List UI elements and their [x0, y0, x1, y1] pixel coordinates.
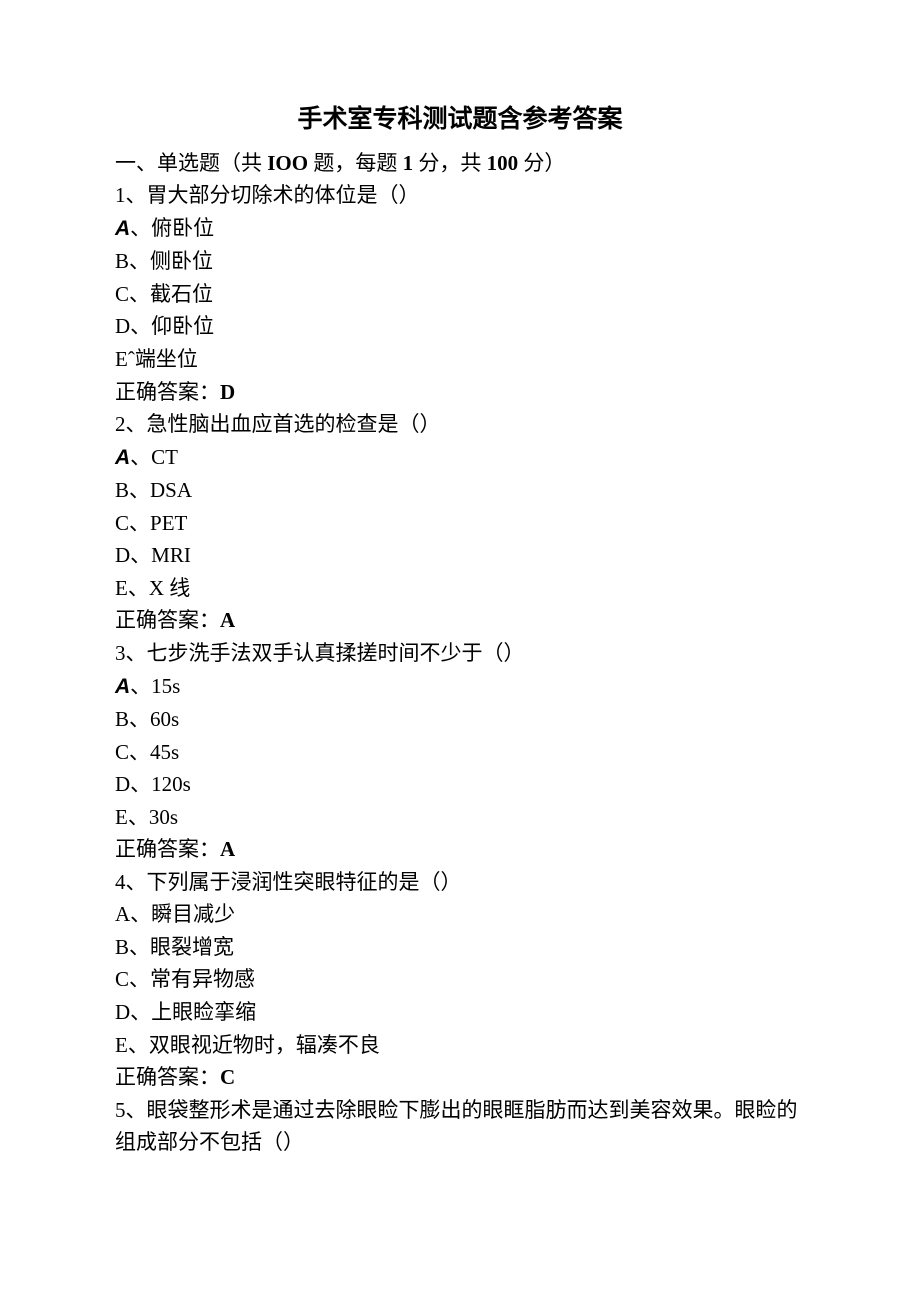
- question-option: C、45s: [115, 736, 805, 769]
- answer-line: 正确答案：A: [115, 604, 805, 637]
- question-option: A、俯卧位: [115, 212, 805, 246]
- option-latin: 60s: [150, 707, 179, 731]
- option-text: Eˆ端坐位: [115, 347, 198, 371]
- page-title: 手术室专科测试题含参考答案: [115, 100, 805, 139]
- question-option: A、15s: [115, 670, 805, 704]
- option-text: D、仰卧位: [115, 314, 214, 338]
- answer-label: 正确答案：: [115, 837, 220, 861]
- questions-container: 1、胃大部分切除术的体位是（）A、俯卧位B、侧卧位C、截石位D、仰卧位Eˆ端坐位…: [115, 179, 805, 1158]
- option-text: D、: [115, 543, 151, 567]
- option-latin: 15s: [151, 674, 180, 698]
- question-option: C、截石位: [115, 278, 805, 311]
- question-option: E、30s: [115, 801, 805, 834]
- option-latin: 120s: [151, 772, 191, 796]
- section-prefix: 一、单选题（共: [115, 151, 267, 175]
- option-letter: A: [115, 675, 130, 698]
- question-stem: 5、眼袋整形术是通过去除眼睑下膨出的眼眶脂肪而达到美容效果。眼睑的组成部分不包括…: [115, 1094, 805, 1159]
- question-option: B、60s: [115, 703, 805, 736]
- question-option: C、PET: [115, 507, 805, 540]
- option-latin: DSA: [150, 478, 192, 502]
- question-option: E、双眼视近物时，辐凑不良: [115, 1029, 805, 1062]
- option-text: D、: [115, 772, 151, 796]
- option-text: E、X 线: [115, 576, 190, 600]
- answer-line: 正确答案：C: [115, 1061, 805, 1094]
- option-text: C、常有异物感: [115, 967, 255, 991]
- question-stem: 1、胃大部分切除术的体位是（）: [115, 179, 805, 212]
- option-text: B、眼裂增宽: [115, 935, 234, 959]
- question-option: D、仰卧位: [115, 310, 805, 343]
- option-text: A、瞬目减少: [115, 902, 235, 926]
- option-latin: CT: [151, 445, 178, 469]
- question-option: C、常有异物感: [115, 963, 805, 996]
- section-suffix: 分）: [518, 151, 565, 175]
- document-page: 手术室专科测试题含参考答案 一、单选题（共 IOO 题，每题 1 分，共 100…: [0, 0, 920, 1219]
- question-option: B、眼裂增宽: [115, 931, 805, 964]
- question-stem: 3、七步洗手法双手认真揉搓时间不少于（）: [115, 637, 805, 670]
- section-header: 一、单选题（共 IOO 题，每题 1 分，共 100 分）: [115, 147, 805, 180]
- question-option: E、X 线: [115, 572, 805, 605]
- question-option: D、MRI: [115, 539, 805, 572]
- question-option: A、CT: [115, 441, 805, 475]
- answer-value: A: [220, 837, 235, 861]
- question-option: D、120s: [115, 768, 805, 801]
- option-text: B、: [115, 478, 150, 502]
- answer-value: A: [220, 608, 235, 632]
- option-text: E、双眼视近物时，辐凑不良: [115, 1033, 380, 1057]
- option-letter: A: [115, 446, 130, 469]
- answer-line: 正确答案：D: [115, 376, 805, 409]
- question-stem: 2、急性脑出血应首选的检查是（）: [115, 408, 805, 441]
- section-perscore: 1: [403, 151, 414, 175]
- option-text: C、截石位: [115, 282, 213, 306]
- section-mid2: 分，共: [413, 151, 487, 175]
- answer-value: D: [220, 380, 235, 404]
- option-text: C、: [115, 740, 150, 764]
- option-text: 、: [130, 445, 151, 469]
- answer-label: 正确答案：: [115, 380, 220, 404]
- answer-label: 正确答案：: [115, 1065, 220, 1089]
- question-stem: 4、下列属于浸润性突眼特征的是（）: [115, 866, 805, 899]
- question-option: D、上眼睑挛缩: [115, 996, 805, 1029]
- answer-label: 正确答案：: [115, 608, 220, 632]
- option-text: E、: [115, 805, 149, 829]
- question-option: B、DSA: [115, 474, 805, 507]
- option-text: D、上眼睑挛缩: [115, 1000, 256, 1024]
- option-text: 、: [130, 674, 151, 698]
- question-option: Eˆ端坐位: [115, 343, 805, 376]
- section-mid1: 题，每题: [308, 151, 403, 175]
- answer-line: 正确答案：A: [115, 833, 805, 866]
- option-latin: 45s: [150, 740, 179, 764]
- section-count: IOO: [267, 151, 308, 175]
- section-total: 100: [487, 151, 519, 175]
- option-text: 、俯卧位: [130, 216, 214, 240]
- option-letter: A: [115, 217, 130, 240]
- question-option: A、瞬目减少: [115, 898, 805, 931]
- option-text: B、侧卧位: [115, 249, 213, 273]
- option-latin: 30s: [149, 805, 178, 829]
- option-latin: PET: [150, 511, 187, 535]
- option-latin: MRI: [151, 543, 191, 567]
- option-text: C、: [115, 511, 150, 535]
- option-text: B、: [115, 707, 150, 731]
- question-option: B、侧卧位: [115, 245, 805, 278]
- answer-value: C: [220, 1065, 235, 1089]
